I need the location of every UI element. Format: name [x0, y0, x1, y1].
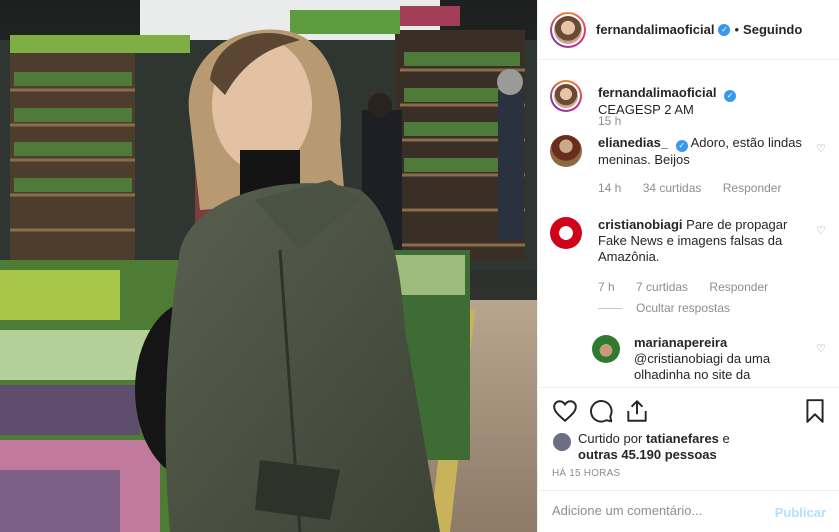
publish-button[interactable]: Publicar	[775, 505, 826, 520]
caption: fernandalimaoficial ✓ CEAGESP 2 AM 15 h	[550, 80, 828, 134]
liker-avatar[interactable]	[552, 432, 572, 452]
replies-divider	[598, 308, 622, 310]
verified-badge-icon: ✓	[718, 23, 731, 36]
post-timestamp[interactable]: HÁ 15 HORAS	[552, 468, 620, 479]
comment-time[interactable]: 14 h	[598, 181, 621, 195]
reply-avatar[interactable]	[592, 335, 620, 363]
comments-list[interactable]: fernandalimaoficial ✓ CEAGESP 2 AM 15 h …	[538, 60, 839, 387]
header-separator: •	[734, 22, 740, 37]
caption-username[interactable]: fernandalimaoficial	[598, 85, 716, 100]
like-comment-heart-icon[interactable]: ♡	[816, 225, 828, 237]
comment-item: cristianobiagi Pare de propagar Fake New…	[550, 217, 828, 317]
hide-replies-button[interactable]: Ocultar respostas	[636, 301, 730, 315]
others-likes-link[interactable]: outras 45.190 pessoas	[578, 447, 717, 462]
reply-button[interactable]: Responder	[709, 280, 768, 294]
verified-badge-icon: ✓	[675, 140, 688, 152]
comment-input[interactable]	[552, 503, 762, 518]
bookmark-icon[interactable]	[802, 398, 828, 424]
author-username[interactable]: fernandalimaoficial	[596, 22, 714, 37]
post-sidebar: fernandalimaoficial ✓ • Seguindo fernand…	[537, 0, 839, 532]
like-comment-heart-icon[interactable]: ♡	[816, 143, 828, 155]
caption-time[interactable]: 15 h	[598, 114, 621, 128]
comment-likes[interactable]: 34 curtidas	[643, 181, 702, 195]
comment-likes[interactable]: 7 curtidas	[636, 280, 688, 294]
post-footer: Curtido por tatianefares e outras 45.190…	[538, 387, 839, 532]
share-icon[interactable]	[624, 398, 650, 424]
verified-badge-icon: ✓	[724, 90, 737, 102]
reply-text: @cristianobiagi da uma olhadinha no site…	[634, 351, 771, 382]
liked-by-connector: e	[722, 431, 730, 446]
reply-item: marianapereira @cristianobiagi da uma ol…	[592, 335, 828, 387]
liked-by-prefix: Curtido por	[578, 431, 643, 446]
post-header: fernandalimaoficial ✓ • Seguindo	[538, 0, 839, 60]
add-comment-bar: Publicar	[538, 490, 839, 532]
reply-username[interactable]: marianapereira	[634, 335, 727, 350]
post-photo[interactable]	[0, 0, 537, 532]
comment-username[interactable]: cristianobiagi	[598, 217, 683, 232]
comment-item: elianedias_ ✓ Adoro, estão lindas menina…	[550, 135, 828, 197]
liker-username[interactable]: tatianefares	[646, 431, 719, 446]
like-comment-heart-icon[interactable]: ♡	[816, 343, 828, 355]
photo-illustration	[0, 0, 537, 532]
comment-bubble-icon[interactable]	[588, 398, 614, 424]
following-button[interactable]: Seguindo	[743, 22, 802, 37]
comment-time[interactable]: 7 h	[598, 280, 615, 294]
comment-username[interactable]: elianedias_	[598, 135, 668, 150]
comment-avatar[interactable]	[550, 217, 582, 249]
like-heart-icon[interactable]	[552, 398, 578, 424]
author-avatar[interactable]	[550, 11, 586, 48]
reply-button[interactable]: Responder	[723, 181, 782, 195]
caption-avatar[interactable]	[550, 80, 582, 112]
action-bar	[552, 398, 828, 424]
comment-avatar[interactable]	[550, 135, 582, 167]
